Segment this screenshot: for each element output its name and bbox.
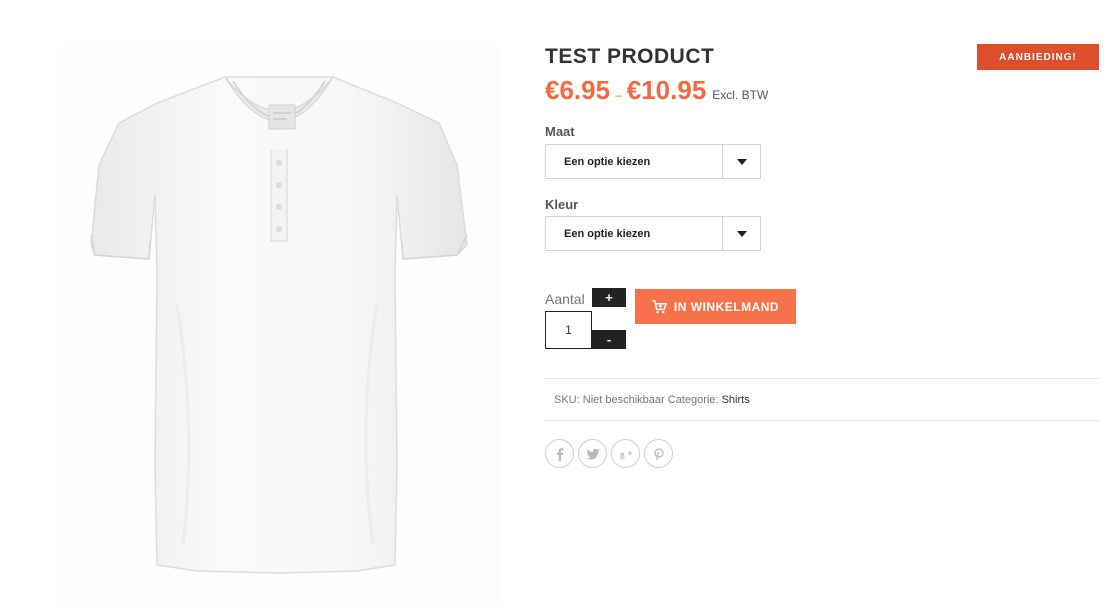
color-select-value: Een optie kiezen: [564, 227, 651, 240]
category-label: Categorie:: [667, 394, 719, 406]
quantity-increase-button[interactable]: +: [592, 288, 626, 307]
facebook-icon[interactable]: [545, 439, 574, 468]
price-separator: –: [615, 88, 622, 102]
category-link[interactable]: Shirts: [722, 394, 750, 406]
cart-add-icon: [651, 299, 667, 313]
add-to-cart-label: IN WINKELMAND: [673, 299, 780, 314]
price-row: €6.95 – €10.95 Excl. BTW: [545, 75, 768, 109]
add-to-cart-button[interactable]: IN WINKELMAND: [635, 289, 796, 324]
social-share: g: [545, 439, 673, 468]
google-plus-icon[interactable]: g: [611, 439, 640, 468]
product-meta: SKU: Niet beschikbaar Categorie: Shirts: [554, 394, 750, 406]
divider: [545, 378, 1099, 379]
svg-text:g: g: [619, 449, 624, 460]
size-label: Maat: [545, 124, 575, 139]
color-select[interactable]: Een optie kiezen: [545, 216, 761, 251]
size-select[interactable]: Een optie kiezen: [545, 144, 761, 179]
sku-label: SKU:: [554, 394, 580, 406]
sale-badge: AANBIEDING!: [977, 44, 1099, 70]
sku-value: Niet beschikbaar: [582, 394, 665, 406]
twitter-icon[interactable]: [578, 439, 607, 468]
chevron-down-icon[interactable]: [722, 145, 760, 178]
quantity-decrease-button[interactable]: -: [592, 330, 626, 349]
tshirt-image: [90, 76, 468, 574]
divider: [545, 420, 1099, 421]
product-image[interactable]: [57, 45, 501, 605]
price-low: €6.95: [545, 75, 611, 105]
quantity-input[interactable]: [545, 311, 592, 349]
size-select-value: Een optie kiezen: [564, 155, 651, 168]
product-title: TEST PRODUCT: [545, 45, 715, 68]
pinterest-icon[interactable]: [644, 439, 673, 468]
quantity-label: Aantal: [545, 291, 585, 307]
price-tax-note: Excl. BTW: [712, 88, 769, 102]
chevron-down-icon[interactable]: [722, 217, 760, 250]
price-high: €10.95: [626, 75, 707, 105]
color-label: Kleur: [545, 197, 579, 212]
